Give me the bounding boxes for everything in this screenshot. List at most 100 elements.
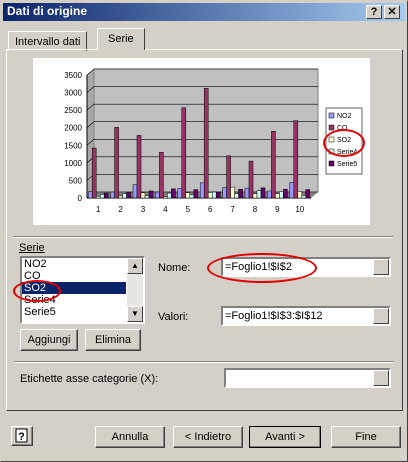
x-tick-label: 7 [230,205,235,214]
legend-swatch [328,124,335,131]
x-tick-label: 2 [118,205,123,214]
bar [252,193,258,199]
dialog-window: Dati di origine ? ✕ Intervallo dati Seri… [0,0,408,462]
separator [15,361,393,363]
legend-entry: NO2 [337,113,352,120]
tab-serie[interactable]: Serie [97,28,145,50]
bar [234,193,239,199]
bar [305,189,311,199]
category-label: Etichette asse categorie (X): [20,373,159,385]
scroll-up-icon[interactable]: ▲ [127,258,143,274]
x-tick-label: 3 [141,205,146,214]
y-tick-label: 3000 [64,89,82,98]
series-listbox[interactable]: NO2 CO SO2 Serie4 Serie5 ▲ ▼ [20,256,145,324]
tab-intervallo-dati[interactable]: Intervallo dati [8,31,88,51]
y-tick-label: 2000 [64,124,82,133]
bar [103,192,109,199]
series-list-item[interactable]: NO2 [22,258,126,270]
bar [144,195,150,199]
range-picker-icon[interactable] [373,308,389,324]
legend-entry: Serie5 [337,161,357,168]
bar [189,194,195,199]
bar [148,190,154,199]
name-label: Nome: [158,262,191,274]
range-picker-icon[interactable] [373,259,389,275]
series-list-item[interactable]: Serie4 [22,294,126,306]
help-button[interactable]: ? [366,5,382,19]
bar [95,195,101,199]
range-picker-icon[interactable] [373,370,389,386]
x-tick-label: 5 [186,205,191,214]
title-bar[interactable]: Dati di origine ? ✕ [3,3,405,21]
y-tick-label: 0 [78,194,83,203]
bar [248,160,254,199]
bar [279,191,284,199]
bar [185,192,191,199]
bar [87,191,93,199]
window-title: Dati di origine [7,4,88,18]
bar [132,184,138,199]
bar [114,127,119,199]
legend-entry: SO2 [337,137,351,144]
help-icon-button[interactable]: ? [11,426,33,446]
bar [91,147,97,199]
bar [140,192,146,199]
bar [99,194,105,199]
series-list-item[interactable]: CO [22,270,126,282]
bar [193,189,199,199]
x-tick-label: 10 [295,205,304,214]
legend-entry: Serie4 [337,149,357,156]
scroll-down-icon[interactable]: ▼ [127,306,143,322]
category-input[interactable] [224,368,391,388]
add-series-button[interactable]: Aggiungi [20,329,78,351]
bar [271,130,276,199]
bar [171,188,176,199]
bar [289,182,295,199]
remove-series-button[interactable]: Elimina [85,329,141,351]
help-icon: ? [15,428,28,443]
next-button[interactable]: Avanti > [249,426,321,448]
y-tick-label: 1000 [64,159,82,168]
bar [222,187,227,199]
legend-swatch [328,160,335,167]
x-tick-label: 4 [163,205,168,214]
values-input[interactable]: =Foglio1!$I$3:$I$12 [221,306,391,326]
bar [110,191,115,199]
y-tick-label: 500 [69,176,83,185]
bar [238,188,243,199]
svg-text:?: ? [18,431,25,443]
bar [163,196,168,199]
bar [267,190,272,199]
separator [13,236,393,238]
finish-button[interactable]: Fine [331,426,401,448]
bar [297,191,303,199]
y-tick-label: 1500 [64,141,82,150]
y-tick-label: 2500 [64,106,82,115]
bar [283,188,288,199]
bar [211,191,217,199]
bar [122,193,127,199]
legend-swatch [328,112,335,119]
close-button[interactable]: ✕ [384,5,400,19]
bar [136,135,142,199]
bar [226,155,231,199]
bar [256,190,262,199]
bar [126,192,131,199]
bar [207,192,213,199]
bar [181,107,187,199]
series-list-item[interactable]: Serie5 [22,306,126,318]
listbox-scrollbar[interactable]: ▲ ▼ [127,258,143,322]
bar [260,187,266,199]
bar [118,195,123,199]
legend-swatch [328,148,335,155]
series-list-item[interactable]: SO2 [22,282,126,294]
x-tick-label: 9 [275,205,280,214]
back-button[interactable]: < Indietro [173,426,243,448]
bar [203,88,209,199]
bar [244,187,250,199]
cancel-button[interactable]: Annulla [95,426,165,448]
legend-entry: CO [337,125,348,132]
name-input[interactable]: =Foglio1!$I$2 [221,257,391,277]
bar [230,186,235,199]
bar [275,193,280,199]
